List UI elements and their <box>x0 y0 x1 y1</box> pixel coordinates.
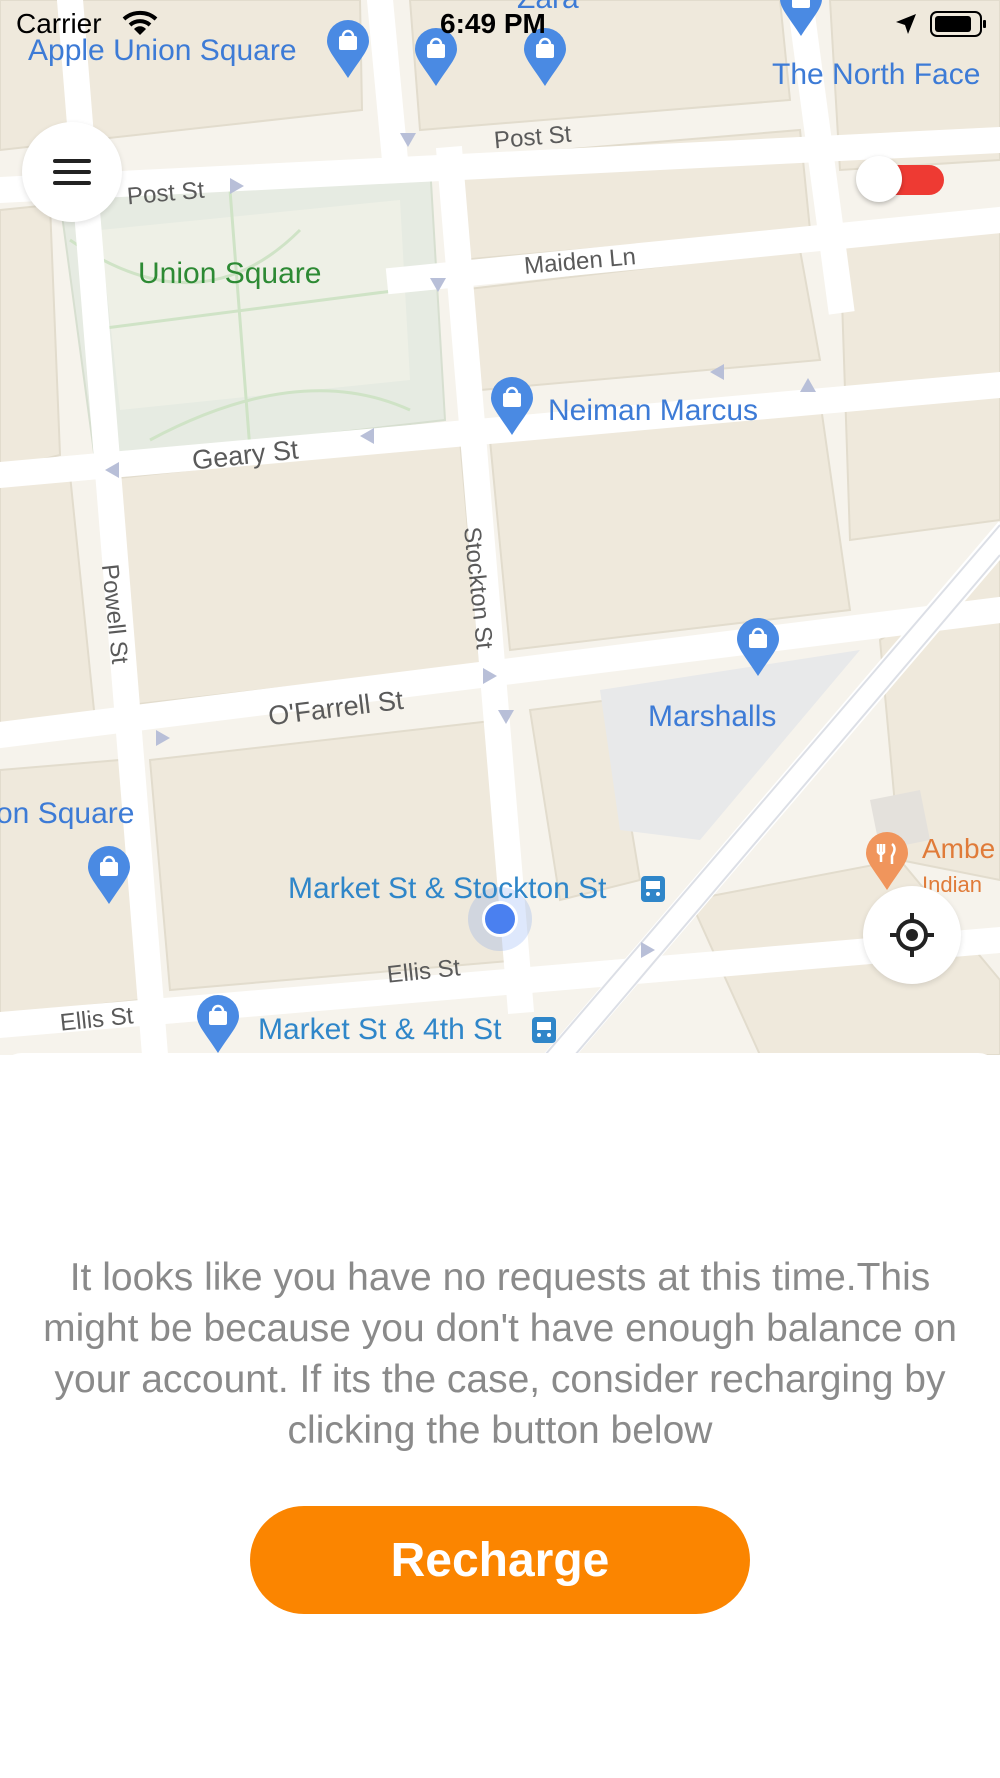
transit-icon <box>532 1017 556 1043</box>
shopping-pin-icon[interactable] <box>195 995 241 1055</box>
clock-label: 6:49 PM <box>440 8 546 39</box>
place-label-market-4th[interactable]: Market St & 4th St <box>258 1013 501 1047</box>
place-label-amber[interactable]: Ambe <box>922 833 995 865</box>
toggle-knob <box>856 156 902 202</box>
menu-button[interactable] <box>22 122 122 222</box>
battery-icon <box>930 11 986 37</box>
carrier-label: Carrier <box>16 8 102 39</box>
status-bar: Carrier 6:49 PM <box>0 0 1000 50</box>
no-requests-message: It looks like you have no requests at th… <box>43 1256 957 1452</box>
shopping-pin-icon[interactable] <box>735 618 781 678</box>
transit-icon <box>641 876 665 902</box>
crosshair-locate-icon <box>890 913 934 957</box>
recharge-button[interactable]: Recharge <box>250 1506 750 1614</box>
restaurant-pin-icon[interactable] <box>864 832 910 892</box>
location-arrow-icon <box>896 14 916 34</box>
map-view[interactable]: Apple Union Square Zara The North Face U… <box>0 0 1000 1055</box>
place-label-union-square[interactable]: Union Square <box>138 257 321 291</box>
place-label-neiman-marcus[interactable]: Neiman Marcus <box>548 394 758 428</box>
hamburger-menu-icon <box>53 159 91 185</box>
place-label-marshalls[interactable]: Marshalls <box>648 700 776 734</box>
shopping-pin-icon[interactable] <box>489 377 535 437</box>
wifi-icon <box>122 10 158 35</box>
place-label-market-stockton[interactable]: Market St & Stockton St <box>288 872 606 906</box>
shopping-pin-icon[interactable] <box>86 846 132 906</box>
availability-toggle[interactable] <box>856 156 944 202</box>
locate-me-button[interactable] <box>863 886 961 984</box>
place-label-north-face[interactable]: The North Face <box>772 58 980 92</box>
place-label-union-square-partial[interactable]: on Square <box>0 797 134 831</box>
